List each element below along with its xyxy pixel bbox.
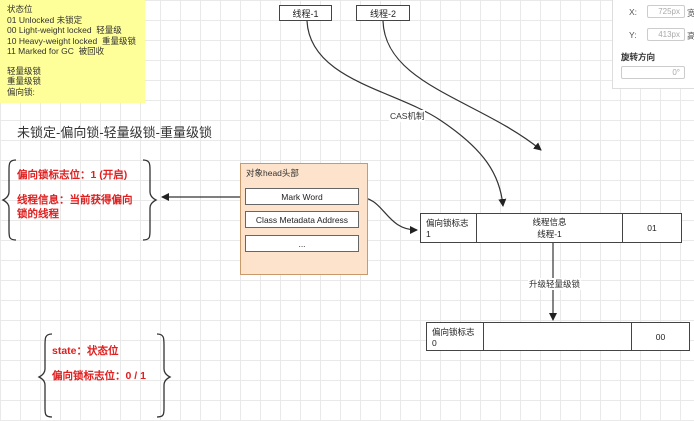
- y-label: Y:: [629, 30, 637, 40]
- bias-flag-value: 1: [426, 229, 431, 239]
- object-head-container[interactable]: 对象head头部 Mark Word Class Metadata Addres…: [240, 163, 368, 275]
- thread-info-value: 线程-1: [537, 229, 562, 239]
- rotation-label: 旋转方向: [621, 52, 656, 62]
- thread2-to-row-arrow: [382, 20, 542, 151]
- ellipsis-field[interactable]: ...: [245, 235, 359, 252]
- lock-state-cell[interactable]: 01: [623, 214, 681, 242]
- thread-info-line: 线程信息：当前获得偏向: [17, 194, 133, 206]
- y-position-input[interactable]: 413px: [647, 28, 685, 41]
- thread-2-box[interactable]: 线程-2: [356, 5, 410, 21]
- mark-word-field[interactable]: Mark Word: [245, 188, 359, 205]
- bias-flag-description: 偏向锁标志位：1 (开启) 线程信息：当前获得偏向 锁的线程: [17, 168, 147, 221]
- lock-state-cell[interactable]: 00: [632, 323, 689, 350]
- mark-word-biased-row[interactable]: 偏向锁标志 1 线程信息 线程-1 01: [420, 213, 682, 243]
- empty-cell[interactable]: [484, 323, 632, 350]
- object-head-title: 对象head头部: [246, 168, 299, 178]
- bias-flag-label: 偏向锁标志: [432, 326, 475, 337]
- rotation-input[interactable]: 0°: [621, 66, 685, 79]
- section-title: 未锁定-偏向锁-轻量级锁-重量级锁: [17, 125, 212, 140]
- x-label: X:: [629, 7, 638, 17]
- bias-flag-range-line: 偏向锁标志位：0 / 1: [52, 370, 146, 382]
- bias-flag-value: 0: [432, 337, 437, 348]
- left-brace-top: [1, 159, 17, 241]
- class-metadata-field[interactable]: Class Metadata Address: [245, 211, 359, 228]
- cas-edge-label: CAS机制: [389, 110, 426, 122]
- left-brace-bottom: [37, 333, 53, 418]
- property-panel: X: 725px 宽 Y: 413px 高 旋转方向 0°: [612, 0, 694, 89]
- thread-info-label: 线程信息: [532, 217, 567, 227]
- height-label: 高: [687, 31, 694, 41]
- state-line: state：状态位: [52, 345, 119, 357]
- thread-1-box[interactable]: 线程-1: [279, 5, 332, 21]
- upgrade-edge-label: 升级轻量级锁: [528, 278, 582, 290]
- thread-info-line: 锁的线程: [17, 208, 59, 220]
- lock-state-value: 01: [647, 223, 657, 233]
- mark-word-lightweight-row[interactable]: 偏向锁标志 0 00: [426, 322, 690, 351]
- state-description: state：状态位 偏向锁标志位：0 / 1: [52, 344, 162, 383]
- bias-flag-cell[interactable]: 偏向锁标志 1: [421, 214, 477, 242]
- bias-flag-cell[interactable]: 偏向锁标志 0: [427, 323, 484, 350]
- lock-state-value: 00: [655, 331, 666, 342]
- bias-flag-label: 偏向锁标志: [426, 218, 469, 228]
- bias-flag-line: 偏向锁标志位：1 (开启): [17, 169, 128, 181]
- thread-info-cell[interactable]: 线程信息 线程-1: [477, 214, 623, 242]
- width-label: 宽: [687, 8, 694, 18]
- x-position-input[interactable]: 725px: [647, 5, 685, 18]
